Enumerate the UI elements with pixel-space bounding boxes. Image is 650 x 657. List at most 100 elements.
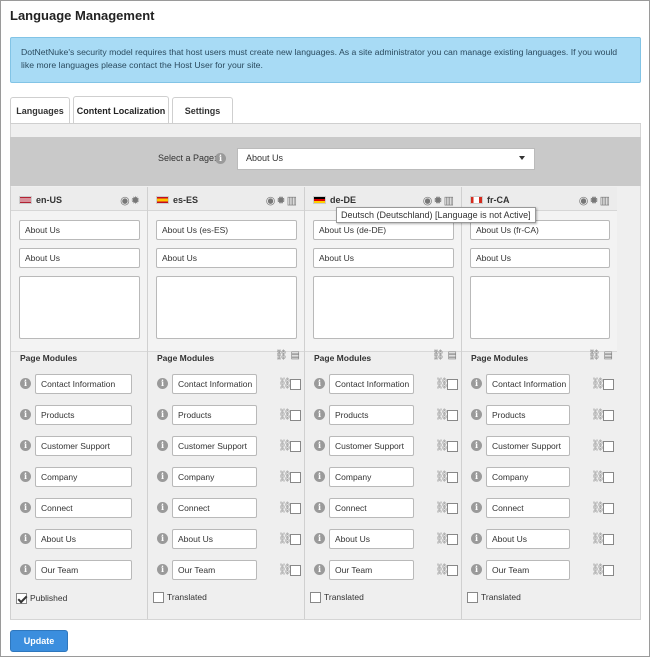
info-icon[interactable]: i [314,502,325,513]
page-description-textarea[interactable] [313,276,454,339]
eye-icon[interactable]: ◉ [266,195,277,207]
info-icon[interactable]: i [157,502,168,513]
module-title-input[interactable]: Connect [486,498,570,518]
module-title-input[interactable]: Contact Information [486,374,570,394]
module-translated-checkbox[interactable] [290,441,301,452]
eye-icon[interactable]: ◉ [423,195,434,207]
module-title-input[interactable]: Products [486,405,570,425]
footer-checkbox[interactable] [467,592,478,603]
update-button[interactable]: Update [10,630,68,652]
page-name-input[interactable]: About Us (de-DE) [313,220,454,240]
module-title-input[interactable]: Customer Support [35,436,132,456]
info-icon[interactable]: i [20,564,31,575]
module-title-input[interactable]: About Us [35,529,132,549]
page-name-input[interactable]: About Us (es-ES) [156,220,297,240]
footer-checkbox[interactable] [16,593,27,604]
module-title-input[interactable]: Our Team [329,560,414,580]
info-icon[interactable]: i [471,564,482,575]
info-icon[interactable]: i [314,533,325,544]
link-icon[interactable]: ⛓ [588,350,601,361]
module-title-input[interactable]: Contact Information [329,374,414,394]
module-title-input[interactable]: Company [486,467,570,487]
module-title-input[interactable]: Customer Support [329,436,414,456]
page-title-input[interactable]: About Us [19,248,140,268]
module-translated-checkbox[interactable] [603,379,614,390]
info-icon[interactable]: i [20,471,31,482]
module-translated-checkbox[interactable] [447,379,458,390]
copy-modules-icon[interactable]: ▤ [447,350,456,361]
link-icon[interactable]: ⛓ [275,350,288,361]
module-translated-checkbox[interactable] [447,441,458,452]
page-title-input[interactable]: About Us [156,248,297,268]
info-icon[interactable]: i [471,533,482,544]
gear-icon[interactable]: ✹ [276,195,286,207]
info-icon[interactable]: i [157,378,168,389]
info-icon[interactable]: i [471,502,482,513]
module-translated-checkbox[interactable] [447,565,458,576]
module-title-input[interactable]: Company [172,467,257,487]
module-translated-checkbox[interactable] [290,565,301,576]
info-icon[interactable]: i [471,471,482,482]
info-icon[interactable]: i [314,409,325,420]
module-title-input[interactable]: Company [35,467,132,487]
info-icon[interactable]: i [157,533,168,544]
trash-icon[interactable]: ▥ [600,195,611,207]
module-title-input[interactable]: About Us [329,529,414,549]
page-name-input[interactable]: About Us [19,220,140,240]
module-title-input[interactable]: Our Team [35,560,132,580]
footer-checkbox[interactable] [153,592,164,603]
module-translated-checkbox[interactable] [447,534,458,545]
module-title-input[interactable]: About Us [172,529,257,549]
module-title-input[interactable]: Customer Support [172,436,257,456]
info-icon[interactable]: i [157,409,168,420]
info-icon[interactable]: i [314,471,325,482]
module-translated-checkbox[interactable] [447,472,458,483]
module-title-input[interactable]: Products [35,405,132,425]
module-translated-checkbox[interactable] [290,534,301,545]
page-description-textarea[interactable] [19,276,140,339]
info-icon[interactable]: i [20,533,31,544]
info-icon[interactable]: i [471,440,482,451]
module-title-input[interactable]: Connect [35,498,132,518]
trash-icon[interactable]: ▥ [287,195,298,207]
module-title-input[interactable]: Customer Support [486,436,570,456]
module-title-input[interactable]: Products [329,405,414,425]
info-icon[interactable]: i [215,153,226,164]
module-title-input[interactable]: Our Team [486,560,570,580]
module-translated-checkbox[interactable] [290,503,301,514]
info-icon[interactable]: i [20,409,31,420]
module-title-input[interactable]: Connect [172,498,257,518]
footer-checkbox[interactable] [310,592,321,603]
module-translated-checkbox[interactable] [447,503,458,514]
module-translated-checkbox[interactable] [603,472,614,483]
module-translated-checkbox[interactable] [447,410,458,421]
page-description-textarea[interactable] [156,276,297,339]
module-title-input[interactable]: About Us [486,529,570,549]
tab-content-localization[interactable]: Content Localization [73,96,169,124]
page-title-input[interactable]: About Us [470,248,610,268]
module-translated-checkbox[interactable] [603,503,614,514]
module-title-input[interactable]: Company [329,467,414,487]
info-icon[interactable]: i [157,471,168,482]
page-description-textarea[interactable] [470,276,610,339]
page-title-input[interactable]: About Us [313,248,454,268]
page-select-dropdown[interactable]: About Us [237,148,535,170]
module-translated-checkbox[interactable] [603,534,614,545]
info-icon[interactable]: i [157,564,168,575]
module-translated-checkbox[interactable] [290,379,301,390]
module-title-input[interactable]: Contact Information [172,374,257,394]
trash-icon[interactable]: ▥ [444,195,455,207]
info-icon[interactable]: i [314,440,325,451]
info-icon[interactable]: i [157,440,168,451]
gear-icon[interactable]: ✹ [433,195,443,207]
info-icon[interactable]: i [471,378,482,389]
module-title-input[interactable]: Products [172,405,257,425]
info-icon[interactable]: i [471,409,482,420]
info-icon[interactable]: i [20,440,31,451]
copy-modules-icon[interactable]: ▤ [290,350,299,361]
module-title-input[interactable]: Our Team [172,560,257,580]
gear-icon[interactable]: ✹ [131,195,141,207]
gear-icon[interactable]: ✹ [589,195,599,207]
module-title-input[interactable]: Connect [329,498,414,518]
module-translated-checkbox[interactable] [603,441,614,452]
